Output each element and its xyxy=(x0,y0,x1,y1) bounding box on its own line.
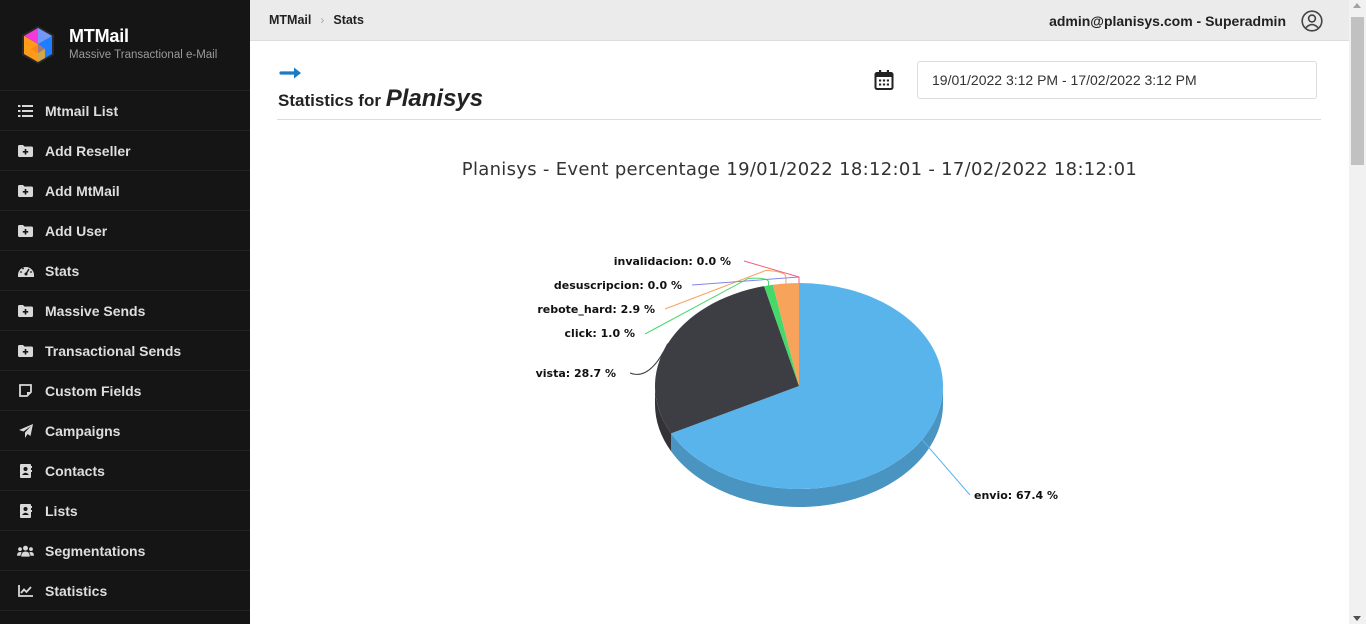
sidebar-item-mtmail-list[interactable]: Mtmail List xyxy=(0,91,250,131)
sidebar-item-label: Lists xyxy=(45,502,78,519)
sidebar-item-label: Add User xyxy=(45,222,108,239)
arrow-right-icon[interactable] xyxy=(279,65,305,81)
gauge-icon xyxy=(17,264,34,278)
sidebar-item-transactional-sends[interactable]: Transactional Sends xyxy=(0,331,250,371)
breadcrumb: MTMail › Stats xyxy=(250,13,364,27)
sidebar-item-label: Add MtMail xyxy=(45,182,120,199)
page-title-org: Planisys xyxy=(385,85,484,112)
address-book-icon xyxy=(17,503,34,518)
sidebar-item-massive-sends[interactable]: Massive Sends xyxy=(0,291,250,331)
connector-envio xyxy=(921,439,971,496)
data-label-invalidacion: invalidacion: 0.0 % xyxy=(614,255,731,268)
scroll-down-arrow-icon[interactable] xyxy=(1353,616,1361,621)
sidebar-item-label: Transactional Sends xyxy=(45,342,182,359)
date-range-input[interactable] xyxy=(917,61,1317,99)
page-title-prefix: Statistics for xyxy=(278,91,381,110)
sidebar-item-segmentations[interactable]: Segmentations xyxy=(0,531,250,571)
sidebar-item-contacts[interactable]: Contacts xyxy=(0,451,250,491)
user-label: admin@planisys.com - Superadmin xyxy=(1049,12,1286,29)
sticky-note-icon xyxy=(17,384,34,398)
breadcrumb-separator: › xyxy=(320,13,325,27)
sidebar-item-statistics[interactable]: Statistics xyxy=(0,571,250,611)
brand-subtitle: Massive Transactional e-Mail xyxy=(69,48,218,61)
line-chart-icon xyxy=(17,584,34,598)
connector-invalidacion xyxy=(743,260,800,283)
sidebar-item-label: Add Reseller xyxy=(45,142,131,159)
sidebar-item-label: Stats xyxy=(45,262,80,279)
folder-plus-icon xyxy=(17,304,34,318)
data-label-desuscripcion: desuscripcion: 0.0 % xyxy=(554,279,682,292)
sidebar-item-custom-fields[interactable]: Custom Fields xyxy=(0,371,250,411)
scroll-thumb[interactable] xyxy=(1351,17,1364,165)
pie-chart: envio: 67.4 % vista: 28.7 % click: 1.0 % re… xyxy=(536,255,1058,508)
data-label-vista: vista: 28.7 % xyxy=(536,367,616,380)
brand-title: MTMail xyxy=(69,25,129,46)
folder-plus-icon xyxy=(17,144,34,158)
data-label-click: click: 1.0 % xyxy=(565,327,635,340)
sidebar-item-label: Statistics xyxy=(45,582,108,599)
address-book-icon xyxy=(17,463,34,478)
sidebar-item-label: Contacts xyxy=(45,462,105,479)
user-menu[interactable]: admin@planisys.com - Superadmin xyxy=(1049,0,1323,41)
sidebar-item-lists[interactable]: Lists xyxy=(0,491,250,531)
main-content: Statistics for Planisys Planisys - Event… xyxy=(250,41,1349,624)
page-title: Statistics for Planisys xyxy=(278,85,483,113)
breadcrumb-item-stats: Stats xyxy=(333,13,364,27)
sidebar: MTMail Massive Transactional e-Mail Mtma… xyxy=(0,0,250,624)
sidebar-item-label: Massive Sends xyxy=(45,302,146,319)
mtmail-logo-icon xyxy=(22,26,54,64)
sidebar-item-add-mtmail[interactable]: Add MtMail xyxy=(0,171,250,211)
breadcrumb-item-mtmail[interactable]: MTMail xyxy=(269,13,311,27)
chart-title: Planisys - Event percentage 19/01/2022 1… xyxy=(461,159,1138,180)
divider xyxy=(277,119,1321,120)
sidebar-nav: Mtmail List Add Reseller Add MtMail Add … xyxy=(0,91,250,611)
sidebar-item-label: Custom Fields xyxy=(45,382,142,399)
scroll-up-arrow-icon[interactable] xyxy=(1353,3,1361,8)
sidebar-item-label: Segmentations xyxy=(45,542,146,559)
folder-plus-icon xyxy=(17,344,34,358)
folder-plus-icon xyxy=(17,224,34,238)
calendar-icon[interactable] xyxy=(874,69,894,91)
sidebar-item-label: Mtmail List xyxy=(45,102,119,119)
paper-plane-icon xyxy=(17,423,34,438)
brand[interactable]: MTMail Massive Transactional e-Mail xyxy=(0,0,250,91)
data-label-envio: envio: 67.4 % xyxy=(974,489,1058,502)
user-circle-icon[interactable] xyxy=(1301,9,1323,32)
users-icon xyxy=(17,544,34,558)
vertical-scrollbar[interactable] xyxy=(1349,0,1366,624)
topbar: MTMail › Stats admin@planisys.com - Supe… xyxy=(250,0,1349,41)
list-icon xyxy=(17,104,34,118)
sidebar-item-add-user[interactable]: Add User xyxy=(0,211,250,251)
folder-plus-icon xyxy=(17,184,34,198)
sidebar-item-campaigns[interactable]: Campaigns xyxy=(0,411,250,451)
sidebar-item-stats[interactable]: Stats xyxy=(0,251,250,291)
sidebar-item-add-reseller[interactable]: Add Reseller xyxy=(0,131,250,171)
sidebar-item-label: Campaigns xyxy=(45,422,121,439)
data-label-rebote_hard: rebote_hard: 2.9 % xyxy=(537,303,655,316)
